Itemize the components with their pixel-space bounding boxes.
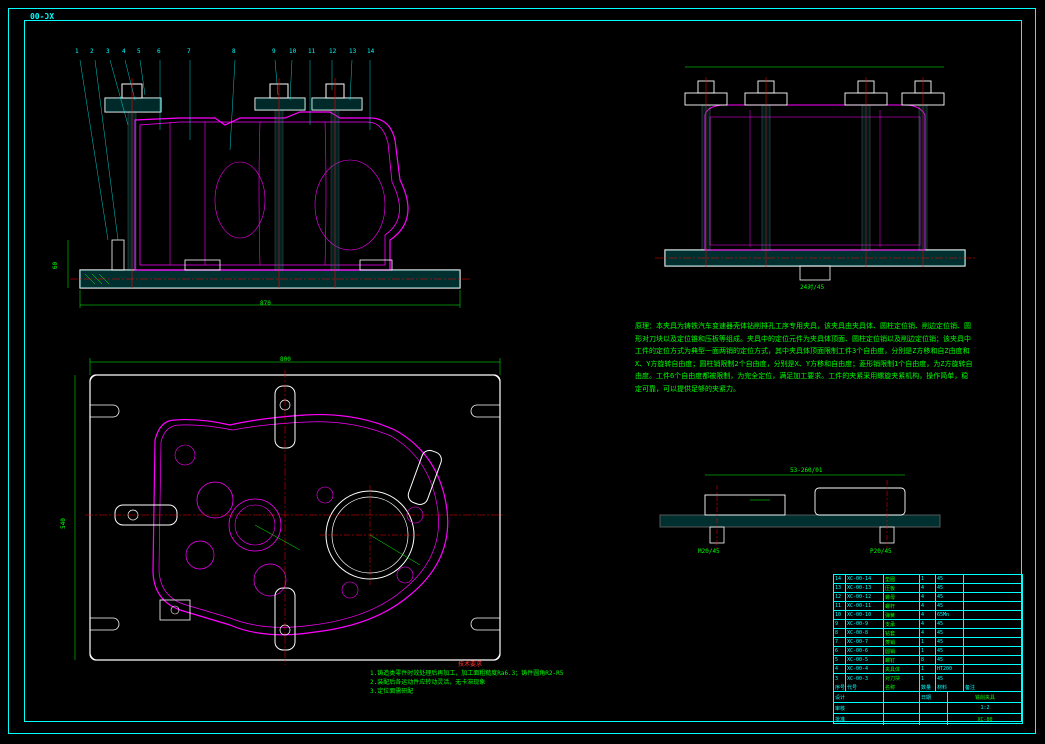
balloon-2: 2	[90, 48, 94, 55]
balloon-8: 8	[232, 48, 236, 55]
front-elevation-view	[60, 40, 480, 325]
bom-rows: 14XC-00-14垫圈14513XC-00-13压板44512XC-00-12…	[834, 575, 1022, 683]
plan-view	[65, 350, 525, 690]
bom-row: 14XC-00-14垫圈145	[834, 575, 1022, 584]
tb-drawn: 设计	[834, 692, 884, 702]
bom-row: 12XC-00-12螺母445	[834, 593, 1022, 602]
principle-description: 原理：本夹具为铸铁汽车变速器壳体钻削排孔工序专用夹具，该夹具由夹具体、圆柱定位销…	[635, 320, 975, 396]
corner-label-tl: XC-00	[30, 12, 54, 21]
tb-appr: 批准	[834, 714, 884, 725]
balloon-11: 11	[308, 48, 315, 55]
tb-date: 日期	[920, 692, 948, 702]
balloon-13: 13	[349, 48, 356, 55]
tech-requirements: 技术要求 1.铸造类零件时效处理后再加工，加工面粗糙度Ra6.3；铸件圆角R2-…	[370, 660, 570, 696]
bom-row: 7XC-00-7菱销145	[834, 638, 1022, 647]
balloon-6: 6	[157, 48, 161, 55]
dim-front-width: 870	[260, 300, 271, 307]
tb-title: 铣削夹具	[948, 692, 1022, 702]
balloon-4: 4	[122, 48, 126, 55]
title-block: 14XC-00-14垫圈14513XC-00-13压板44512XC-00-12…	[833, 574, 1023, 724]
tech-req-body: 1.铸造类零件时效处理后再加工，加工面粗糙度Ra6.3；铸件圆角R2-R5 2.…	[370, 669, 570, 696]
bom-h-note: 备注	[964, 683, 1022, 691]
dim-detail-label: 53-260/01	[790, 467, 823, 474]
balloon-7: 7	[187, 48, 191, 55]
balloon-3: 3	[106, 48, 110, 55]
bom-row: 13XC-00-13压板445	[834, 584, 1022, 593]
balloon-5: 5	[137, 48, 141, 55]
bom-h-code: 代号	[846, 683, 884, 691]
bom-header-row: 序号 代号 名称 数量 材料 备注	[834, 683, 1022, 692]
tb-scale: 1:2	[948, 703, 1022, 713]
bom-h-no: 序号	[834, 683, 846, 691]
bom-row: 3XC-00-3对刀块145	[834, 674, 1022, 683]
bom-row: 11XC-00-11螺杆445	[834, 602, 1022, 611]
bom-row: 5XC-00-5螺钉845	[834, 656, 1022, 665]
dim-front-h: 60	[52, 262, 59, 269]
detail-section	[650, 460, 950, 560]
dim-right-note1: 24对/45	[800, 282, 824, 291]
bom-row: 10XC-00-10弹簧465Mn	[834, 611, 1022, 620]
dim-detail-1: M20/45	[698, 548, 720, 555]
dim-top-h: 540	[60, 518, 67, 529]
bom-h-mat: 材料	[936, 683, 964, 691]
desc-body: 本夹具为铸铁汽车变速器壳体钻削排孔工序专用夹具，该夹具由夹具体、圆柱定位销、削边…	[635, 322, 973, 393]
tb-dwgno: XC-00	[948, 714, 1022, 725]
balloon-1: 1	[75, 48, 79, 55]
tb-check: 审核	[834, 703, 884, 713]
dim-top-width: 800	[280, 356, 291, 363]
bom-row: 4XC-00-4夹具体1HT200	[834, 665, 1022, 674]
bom-row: 8XC-00-8钻套445	[834, 629, 1022, 638]
balloon-12: 12	[329, 48, 336, 55]
dim-detail-2: P20/45	[870, 548, 892, 555]
balloon-9: 9	[272, 48, 276, 55]
bom-row: 9XC-00-9支承445	[834, 620, 1022, 629]
balloon-10: 10	[289, 48, 296, 55]
bom-row: 6XC-00-6圆销145	[834, 647, 1022, 656]
bom-h-qty: 数量	[920, 683, 936, 691]
side-view	[650, 55, 990, 305]
tech-req-title: 技术要求	[370, 660, 570, 669]
balloon-14: 14	[367, 48, 374, 55]
bom-h-name: 名称	[884, 683, 920, 691]
desc-title: 原理：	[635, 322, 656, 330]
